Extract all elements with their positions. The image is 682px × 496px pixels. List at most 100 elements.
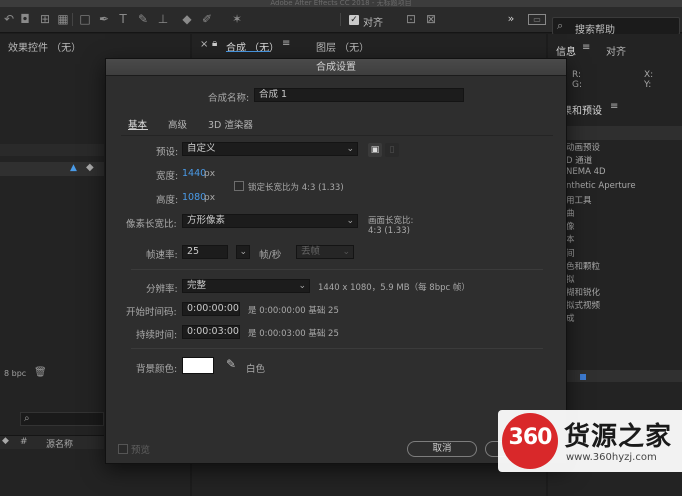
tab-effect-controls[interactable]: 效果控件 （无） — [8, 39, 81, 54]
effects-search-bar[interactable] — [560, 126, 682, 140]
text-tool-icon[interactable]: T — [116, 12, 130, 26]
undo-icon[interactable]: ↶ — [2, 12, 16, 26]
grid-icon[interactable]: ⊞ — [38, 12, 52, 26]
fps-input[interactable]: 25 — [182, 245, 228, 259]
list-item[interactable]: 曲 — [566, 207, 682, 220]
tab-layer[interactable]: 图层 （无） — [316, 39, 369, 54]
frame-aspect-value: 4:3 (1.33) — [368, 226, 410, 236]
pixel-aspect-select[interactable]: 方形像素 ⌄ — [182, 214, 358, 228]
list-item[interactable]: 本 — [566, 233, 682, 246]
pixel-aspect-label: 像素长宽比: — [126, 219, 177, 230]
timeline-ruler[interactable] — [566, 370, 682, 382]
width-value[interactable]: 1440 — [182, 168, 206, 179]
watermark-name: 货源之家 — [564, 422, 673, 452]
tab-effects-presets[interactable]: 果和预设 — [562, 102, 602, 117]
active-tab-indicator — [128, 129, 148, 130]
workspace-icon[interactable]: ▭ — [528, 14, 546, 25]
height-value[interactable]: 1080 — [182, 192, 206, 203]
background-color-swatch[interactable] — [182, 357, 214, 374]
list-item[interactable]: 拟式视频 — [566, 299, 682, 312]
clone-stamp-icon[interactable]: ⊥ — [156, 12, 170, 26]
list-item[interactable]: D 通道 — [566, 154, 682, 167]
list-item[interactable]: 糊和锐化 — [566, 286, 682, 299]
duration-input[interactable]: 0:00:03:00 — [182, 325, 240, 339]
list-item[interactable]: 用工具 — [566, 194, 682, 207]
resolution-value: 完整 — [187, 280, 207, 291]
search-icon: ⌕ — [24, 413, 30, 424]
drop-frame-select[interactable]: 丢帧 ⌄ — [296, 245, 354, 259]
camera-icon[interactable]: ◘ — [18, 12, 32, 26]
background-color-label: 背景颜色: — [136, 364, 178, 375]
info-x: X: — [644, 70, 654, 80]
list-item[interactable]: nthetic Aperture — [566, 181, 682, 194]
divider — [131, 348, 543, 349]
fps-preset-select[interactable]: ⌄ — [236, 245, 250, 259]
chevron-down-icon: ⌄ — [342, 247, 350, 257]
background-color-name: 白色 — [246, 364, 266, 375]
search-icon: ⌕ — [557, 19, 564, 32]
list-item[interactable]: 动画预设 — [566, 141, 682, 154]
trash-icon[interactable]: 🗑 — [34, 367, 47, 378]
list-item[interactable]: 色和颗粒 — [566, 260, 682, 273]
chevron-down-icon: ⌄ — [346, 144, 354, 154]
help-search-field[interactable]: ⌕ 搜索帮助 — [552, 17, 680, 36]
rectangle-tool-icon[interactable]: □ — [78, 12, 92, 26]
comp-name-label: 合成名称: — [208, 93, 250, 104]
brush-tool-icon[interactable]: ✎ — [136, 12, 150, 26]
comp-name-input[interactable]: 合成 1 — [254, 88, 464, 102]
tools-toolbar: ↶ ◘ ⊞ ▦ □ ✒ T ✎ ⊥ ◆ ✐ ✶ ✓ 对齐 ⊡ ⊠ » ▭ ⌕ 搜… — [0, 7, 682, 36]
list-item[interactable]: 像 — [566, 220, 682, 233]
bpc-indicator[interactable]: 8 bpc — [4, 369, 26, 378]
expand-toolbar-icon[interactable]: » — [504, 12, 518, 26]
tab-advanced[interactable]: 高级 — [168, 117, 187, 131]
panel-menu-icon[interactable]: ≡ — [282, 38, 290, 49]
puppet-tool-icon[interactable]: ✶ — [230, 12, 244, 26]
list-item[interactable]: 成 — [566, 312, 682, 325]
close-icon[interactable]: × — [200, 39, 208, 50]
pan-behind-icon[interactable]: ▦ — [56, 12, 70, 26]
cancel-button[interactable]: 取消 — [407, 441, 477, 457]
save-preset-icon[interactable]: ▣ — [368, 143, 382, 157]
snap-magnet-icon[interactable]: ⊠ — [424, 12, 438, 26]
list-item[interactable]: 拟 — [566, 273, 682, 286]
project-columns-header: ◆ # 源名称 — [0, 435, 104, 450]
lock-icon[interactable]: 🔒︎ — [212, 38, 217, 49]
panel-menu-icon[interactable]: ≡ — [582, 42, 590, 53]
column-number[interactable]: # — [20, 437, 28, 447]
snap-option-icon[interactable]: ⊡ — [404, 12, 418, 26]
project-search-input[interactable]: ⌕ — [20, 412, 104, 426]
tab-align[interactable]: 对齐 — [606, 43, 626, 58]
pixel-aspect-value: 方形像素 — [187, 215, 226, 226]
preset-select[interactable]: 自定义 ⌄ — [182, 142, 358, 156]
fps-unit: 帧/秒 — [259, 250, 282, 261]
watermark: 360 货源之家 www.360hyzj.com — [498, 410, 682, 472]
label-icon: ◆ — [2, 436, 9, 446]
roto-brush-icon[interactable]: ✐ — [200, 12, 214, 26]
divider — [131, 269, 543, 270]
tab-3d-renderer[interactable]: 3D 渲染器 — [208, 117, 253, 131]
delete-preset-icon[interactable]: ▯ — [385, 143, 399, 157]
list-item[interactable]: 间 — [566, 247, 682, 260]
resolution-info: 1440 x 1080，5.9 MB（每 8bpc 帧） — [318, 283, 470, 293]
pen-tool-icon[interactable]: ✒ — [97, 12, 111, 26]
duration-info: 是 0:00:03:00 基础 25 — [248, 329, 339, 339]
resolution-label: 分辨率: — [146, 284, 178, 295]
preview-label: 预览 — [131, 445, 151, 456]
eraser-tool-icon[interactable]: ◆ — [180, 12, 194, 26]
drop-frame-value: 丢帧 — [301, 246, 321, 257]
triangle-icon: ▲ — [70, 163, 77, 173]
panel-menu-icon[interactable]: ≡ — [610, 101, 618, 112]
lock-aspect-checkbox[interactable] — [234, 181, 244, 191]
chevron-down-icon: ⌄ — [298, 281, 306, 291]
preview-checkbox[interactable] — [118, 444, 128, 454]
start-timecode-input[interactable]: 0:00:00:00 — [182, 302, 240, 316]
watermark-url: www.360hyzj.com — [566, 452, 657, 463]
tab-info[interactable]: 信息 — [556, 43, 576, 58]
work-area-marker[interactable] — [580, 374, 586, 380]
list-item[interactable]: NEMA 4D — [566, 167, 682, 180]
watermark-badge-text: 360 — [508, 425, 553, 450]
eyedropper-icon[interactable]: ✎ — [226, 357, 236, 371]
snap-checkbox[interactable]: ✓ — [349, 15, 359, 25]
column-source-name[interactable]: 源名称 — [46, 437, 73, 450]
resolution-select[interactable]: 完整 ⌄ — [182, 279, 310, 293]
